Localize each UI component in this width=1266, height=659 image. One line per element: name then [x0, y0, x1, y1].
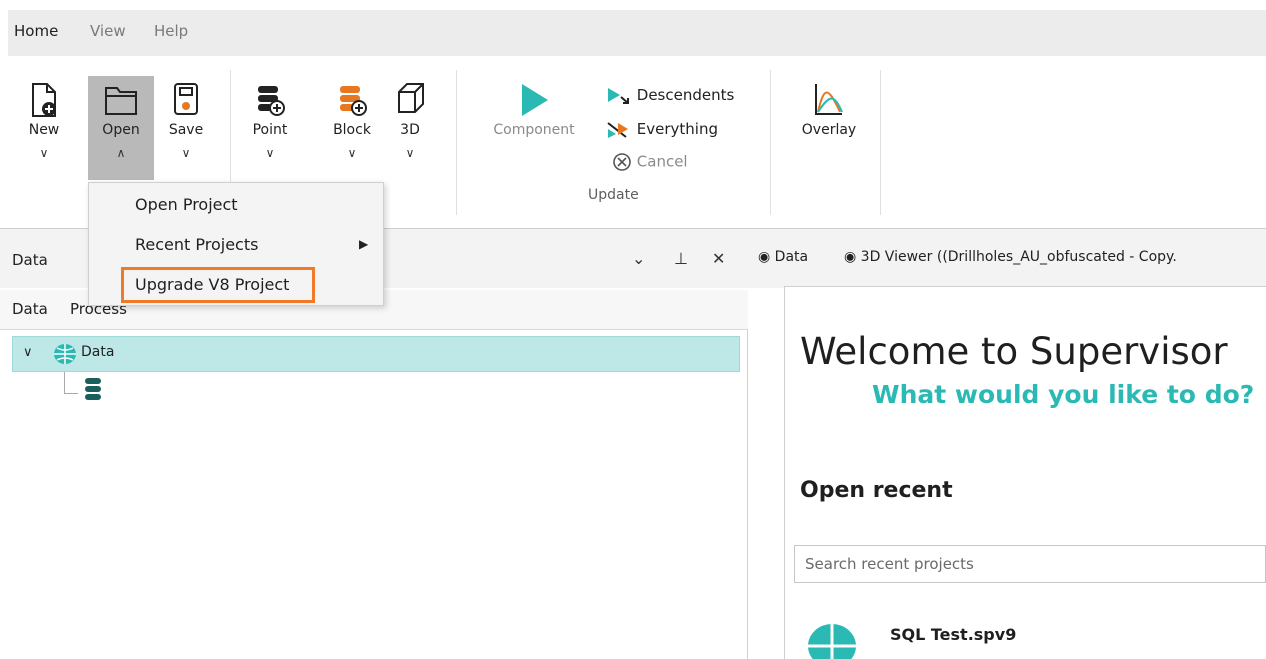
tree-row-data-root[interactable]: ∨ Data: [12, 336, 740, 372]
everything-label: Everything: [636, 120, 718, 138]
data-tree: ∨ Data: [0, 330, 748, 659]
menu-tab-view[interactable]: View: [90, 22, 126, 40]
menu-item-open-project[interactable]: Open Project: [135, 195, 238, 214]
submenu-arrow-icon: ▶: [359, 237, 369, 251]
open-dropdown-menu: Open Project Recent Projects ▶ Upgrade V…: [88, 182, 384, 306]
ribbon-separator: [880, 70, 881, 215]
recent-project-name[interactable]: SQL Test.spv9: [890, 625, 1016, 644]
menu-tab-home[interactable]: Home: [14, 22, 58, 40]
project-globe-icon[interactable]: [806, 618, 858, 659]
everything-button[interactable]: Everything: [606, 120, 718, 139]
save-button-label: Save: [168, 122, 204, 138]
play-icon: [522, 84, 548, 116]
point-database-icon: [258, 86, 285, 116]
tree-child-database-icon[interactable]: [82, 376, 104, 402]
data-panel-title: Data: [12, 251, 48, 269]
cancel-circle-x-icon: [613, 153, 631, 171]
update-group-label: Update: [588, 187, 639, 203]
eye-icon: ◉: [844, 249, 857, 265]
component-button-label: Component: [493, 122, 575, 138]
open-chevron-icon[interactable]: ∧: [96, 146, 146, 160]
folder-icon: [105, 87, 137, 115]
save-button[interactable]: Save ∨: [164, 80, 208, 160]
point-chevron-icon[interactable]: ∨: [248, 146, 292, 160]
recent-search-box[interactable]: [794, 545, 1266, 583]
save-chevron-icon[interactable]: ∨: [164, 146, 208, 160]
cancel-label: Cancel: [636, 152, 688, 171]
tree-expand-chevron-icon[interactable]: ∨: [23, 345, 33, 360]
overlay-button-label: Overlay: [801, 122, 857, 138]
menu-item-recent-projects[interactable]: Recent Projects: [135, 235, 258, 254]
block-button[interactable]: Block ∨: [330, 80, 374, 160]
recent-search-input[interactable]: [795, 546, 1265, 582]
open-button-label: Open: [102, 122, 140, 138]
open-button[interactable]: Open ∧: [96, 80, 146, 160]
close-icon[interactable]: ✕: [712, 249, 725, 268]
play-descendents-icon: [608, 87, 629, 104]
3d-button-label: 3D: [400, 122, 420, 138]
menu-bar-strip: [8, 10, 1266, 56]
ribbon-separator: [770, 70, 771, 215]
cancel-button[interactable]: Cancel: [612, 152, 688, 172]
point-button[interactable]: Point ∨: [248, 80, 292, 160]
block-chevron-icon[interactable]: ∨: [330, 146, 374, 160]
menu-bar: Home View Help: [0, 0, 1266, 66]
ribbon-separator: [456, 70, 457, 215]
descendents-label: Descendents: [636, 86, 735, 104]
block-database-icon: [340, 86, 367, 116]
document-tabs: ◉ Data ◉ 3D Viewer ((Drillholes_AU_obfus…: [748, 228, 1266, 288]
tree-connector-line: [64, 372, 78, 394]
welcome-title: Welcome to Supervisor: [800, 330, 1228, 373]
open-recent-heading: Open recent: [800, 478, 953, 503]
new-chevron-icon[interactable]: ∨: [22, 146, 66, 160]
new-button[interactable]: New ∨: [22, 80, 66, 160]
panel-dropdown-chevron-icon[interactable]: ⌄: [632, 249, 645, 268]
cube-icon: [398, 83, 424, 113]
save-disk-icon: [174, 83, 198, 115]
tab-data-label: Data: [774, 249, 809, 265]
block-button-label: Block: [333, 122, 371, 138]
menu-tab-help[interactable]: Help: [154, 22, 188, 40]
tab-3d-viewer-label: 3D Viewer ((Drillholes_AU_obfuscated - C…: [860, 249, 1177, 265]
new-file-icon: [32, 83, 56, 117]
overlay-chart-icon: [815, 84, 843, 115]
data-globe-icon: [54, 344, 76, 364]
3d-chevron-icon[interactable]: ∨: [388, 146, 432, 160]
play-everything-icon: [607, 121, 628, 138]
welcome-subtitle: What would you like to do?: [872, 380, 1255, 409]
tab-3d-viewer[interactable]: ◉ 3D Viewer ((Drillholes_AU_obfuscated -…: [844, 249, 1177, 265]
tab-data[interactable]: ◉ Data: [758, 249, 808, 265]
new-button-label: New: [28, 122, 60, 138]
eye-icon: ◉: [758, 249, 771, 265]
overlay-button[interactable]: Overlay: [794, 80, 864, 138]
point-button-label: Point: [252, 122, 288, 138]
tree-root-label: Data: [81, 344, 115, 360]
3d-button[interactable]: 3D ∨: [388, 80, 432, 160]
pin-icon[interactable]: ⊥: [674, 249, 688, 268]
menu-item-upgrade-v8-project[interactable]: Upgrade V8 Project: [135, 275, 289, 294]
descendents-button[interactable]: Descendents: [606, 86, 734, 105]
component-button[interactable]: Component: [484, 80, 584, 138]
subtab-data[interactable]: Data: [12, 300, 48, 318]
